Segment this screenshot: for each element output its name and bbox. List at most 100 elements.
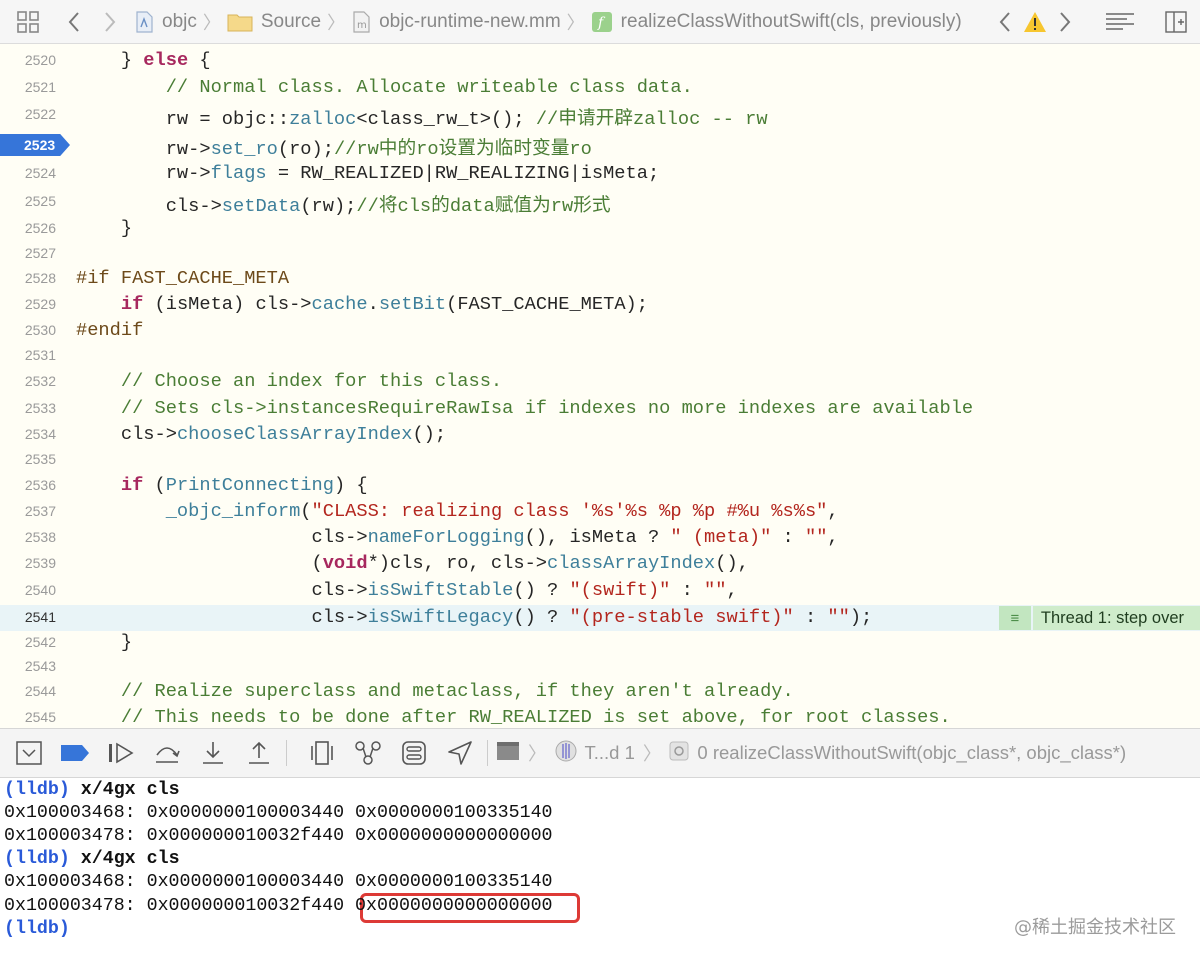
environment-overrides-icon[interactable] — [395, 736, 433, 770]
line-number[interactable]: 2532 — [0, 373, 56, 389]
console-output-line: 0x100003468: 0x0000000100003440 0x000000… — [4, 872, 553, 892]
code-text: rw->flags = RW_REALIZED|RW_REALIZING|isM… — [76, 162, 660, 184]
line-number[interactable]: 2543 — [0, 658, 56, 674]
frame-icon — [669, 741, 689, 766]
forward-arrow-icon[interactable] — [92, 11, 128, 33]
code-line[interactable]: 2538 cls->nameForLogging(), isMeta ? " (… — [0, 525, 1200, 551]
code-text: #endif — [76, 319, 144, 341]
code-line[interactable]: 2540 cls->isSwiftStable() ? "(swift)" : … — [0, 578, 1200, 604]
line-number[interactable]: 2544 — [0, 683, 56, 699]
code-line[interactable]: 2541 cls->isSwiftLegacy() ? "(pre-stable… — [0, 605, 1200, 631]
code-text: } — [76, 217, 133, 239]
code-line[interactable]: 2539 (void*)cls, ro, cls->classArrayInde… — [0, 551, 1200, 577]
line-number[interactable]: 2531 — [0, 347, 56, 363]
source-editor[interactable]: 2520 } else {2521 // Normal class. Alloc… — [0, 44, 1200, 728]
line-number[interactable]: 2530 — [0, 322, 56, 338]
line-number[interactable]: 2534 — [0, 426, 56, 442]
code-line[interactable]: 2529 if (isMeta) cls->cache.setBit(FAST_… — [0, 292, 1200, 318]
line-number[interactable]: 2533 — [0, 400, 56, 416]
code-line[interactable]: 2543 — [0, 654, 1200, 680]
chevron-right-icon: 〉 — [528, 743, 547, 764]
debug-breadcrumb[interactable]: 〉 T...d 1 〉 0 realizeClassWithoutSwift(o… — [496, 740, 1126, 767]
code-text: _objc_inform("CLASS: realizing class '%s… — [165, 500, 839, 522]
line-number[interactable]: 2522 — [0, 106, 56, 122]
lines-icon[interactable] — [1100, 11, 1140, 33]
view-hierarchy-icon[interactable] — [303, 736, 341, 770]
step-over-icon[interactable] — [148, 736, 186, 770]
code-text: } — [76, 631, 133, 653]
code-line[interactable]: 2521 // Normal class. Allocate writeable… — [0, 75, 1200, 101]
line-number[interactable]: 2536 — [0, 477, 56, 493]
code-line[interactable]: 2535 — [0, 447, 1200, 473]
code-line[interactable]: 2544 // Realize superclass and metaclass… — [0, 679, 1200, 705]
file-icon: m — [351, 10, 371, 33]
back-arrow-icon[interactable] — [56, 11, 92, 33]
line-number[interactable]: 2526 — [0, 220, 56, 236]
code-line[interactable]: 2531 — [0, 343, 1200, 369]
code-line[interactable]: 2523 rw->set_ro(ro);//rw中的ro设置为临时变量ro — [0, 132, 1200, 160]
code-line[interactable]: 2525 cls->setData(rw);//将cls的data赋值为rw形式 — [0, 189, 1200, 217]
code-line[interactable]: 2530 #endif — [0, 318, 1200, 344]
code-line[interactable]: 2532 // Choose an index for this class. — [0, 369, 1200, 395]
code-text: cls->nameForLogging(), isMeta ? " (meta)… — [76, 526, 839, 548]
line-number[interactable]: 2541 — [0, 609, 56, 625]
line-number[interactable]: 2540 — [0, 582, 56, 598]
step-into-icon[interactable] — [194, 736, 232, 770]
code-line[interactable]: 2528 #if FAST_CACHE_META — [0, 266, 1200, 292]
code-line[interactable]: 2545 // This needs to be done after RW_R… — [0, 705, 1200, 728]
line-number[interactable]: 2525 — [0, 193, 56, 209]
step-out-icon[interactable] — [240, 736, 278, 770]
code-text: cls->chooseClassArrayIndex(); — [76, 423, 447, 445]
line-number[interactable]: 2524 — [0, 165, 56, 181]
breadcrumb-project[interactable]: objc — [134, 11, 197, 33]
chevron-right-icon: 〉 — [642, 743, 662, 764]
grid-icon[interactable] — [6, 10, 50, 34]
code-line[interactable]: 2527 — [0, 241, 1200, 267]
code-text: #if FAST_CACHE_META — [76, 267, 290, 289]
prev-issue-icon[interactable] — [990, 11, 1020, 33]
next-issue-icon[interactable] — [1050, 11, 1080, 33]
code-line[interactable]: 2534 cls->chooseClassArrayIndex(); — [0, 422, 1200, 448]
thread-status-badge[interactable]: ≡ Thread 1: step over — [998, 605, 1200, 631]
code-text: (void*)cls, ro, cls->classArrayIndex(), — [76, 552, 749, 574]
line-number[interactable]: 2538 — [0, 529, 56, 545]
divider — [286, 740, 287, 766]
breadcrumb-file[interactable]: m objc-runtime-new.mm — [351, 11, 561, 33]
continue-icon[interactable] — [102, 736, 140, 770]
code-line[interactable]: 2520 } else { — [0, 48, 1200, 74]
hide-debug-area-icon[interactable] — [10, 736, 48, 770]
code-line[interactable]: 2524 rw->flags = RW_REALIZED|RW_REALIZIN… — [0, 161, 1200, 187]
simulate-location-icon[interactable] — [441, 736, 479, 770]
line-number[interactable]: 2535 — [0, 451, 56, 467]
line-number[interactable]: 2527 — [0, 245, 56, 261]
lldb-console[interactable]: @稀土掘金技术社区 (lldb) x/4gx cls 0x100003468: 0… — [0, 778, 1200, 960]
line-number[interactable]: 2539 — [0, 555, 56, 571]
line-number[interactable]: 2542 — [0, 634, 56, 650]
breakpoint-marker[interactable]: 2523 — [0, 134, 70, 156]
line-number[interactable]: 2528 — [0, 270, 56, 286]
add-editor-icon[interactable] — [1156, 10, 1196, 33]
line-number[interactable]: 2521 — [0, 79, 56, 95]
jump-bar: objc 〉 Source 〉 m objc-runtime-new.mm 〉 … — [0, 0, 1200, 44]
breadcrumb-function[interactable]: f realizeClassWithoutSwift(cls, previous… — [591, 11, 962, 33]
folder-icon — [227, 12, 253, 32]
code-line[interactable]: 2537 _objc_inform("CLASS: realizing clas… — [0, 499, 1200, 525]
code-line[interactable]: 2536 if (PrintConnecting) { — [0, 473, 1200, 499]
console-command-line: (lldb) x/4gx cls — [4, 849, 180, 869]
code-line[interactable]: 2542 } — [0, 630, 1200, 656]
line-number[interactable]: 2520 — [0, 52, 56, 68]
code-line[interactable]: 2533 // Sets cls->instancesRequireRawIsa… — [0, 396, 1200, 422]
breadcrumb-folder[interactable]: Source — [227, 11, 321, 33]
line-number[interactable]: 2545 — [0, 709, 56, 725]
line-number[interactable]: 2537 — [0, 503, 56, 519]
console-command-text: x/4gx cls — [69, 780, 180, 800]
breakpoints-toggle-icon[interactable] — [56, 736, 94, 770]
warning-icon[interactable] — [1020, 11, 1050, 33]
line-number[interactable]: 2529 — [0, 296, 56, 312]
lldb-prompt: (lldb) — [4, 780, 70, 800]
code-line[interactable]: 2526 } — [0, 216, 1200, 242]
code-line[interactable]: 2522 rw = objc::zalloc<class_rw_t>(); //… — [0, 102, 1200, 130]
code-text: } else { — [76, 49, 211, 71]
memory-graph-icon[interactable] — [349, 736, 387, 770]
breadcrumb-label: objc-runtime-new.mm — [379, 10, 561, 32]
